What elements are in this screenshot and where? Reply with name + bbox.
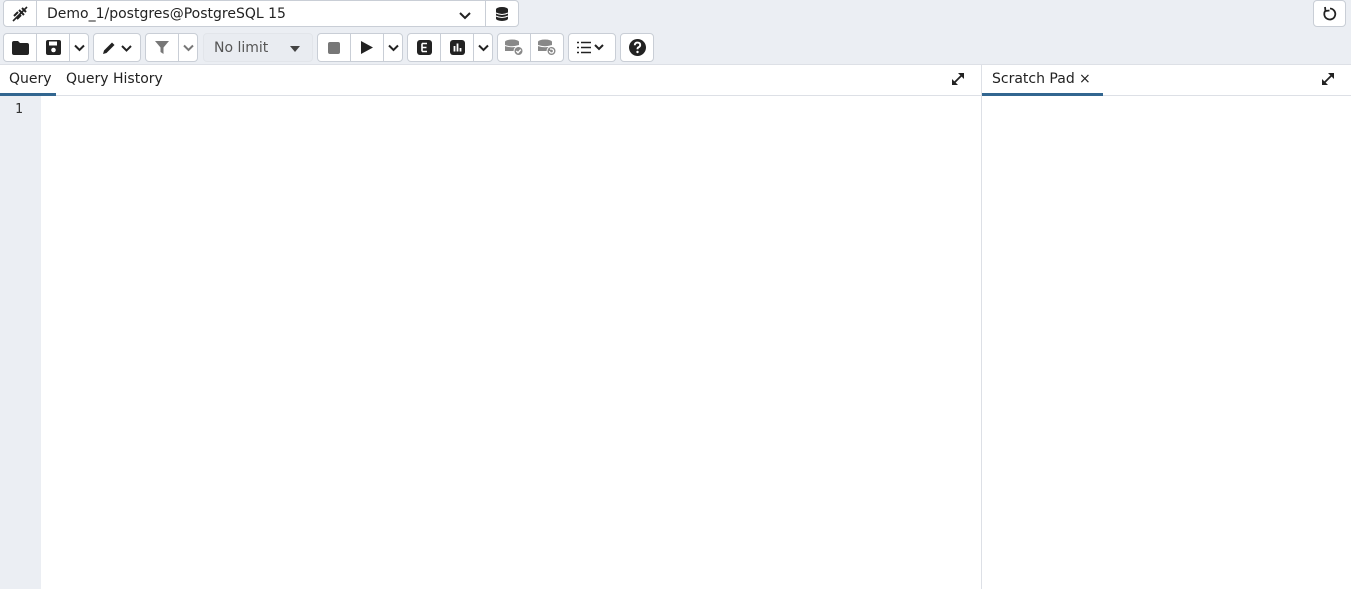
row-limit-value: No limit — [214, 39, 269, 56]
connection-select[interactable]: Demo_1/postgres@PostgreSQL 15 — [36, 0, 486, 27]
tab-scratch-pad-label: Scratch Pad — [992, 71, 1075, 87]
pencil-icon — [101, 41, 133, 55]
commit-button[interactable] — [497, 33, 531, 62]
reset-layout-button[interactable] — [1313, 0, 1346, 27]
commit-icon — [504, 39, 524, 56]
chevron-down-icon — [477, 44, 489, 52]
chevron-down-icon — [182, 44, 194, 52]
connection-status-button[interactable] — [3, 0, 37, 27]
scratch-tab-strip: Scratch Pad × — [982, 65, 1351, 96]
explain-options-dropdown[interactable] — [473, 33, 493, 62]
tab-query-history[interactable]: Query History — [66, 65, 163, 96]
explain-analyze-button[interactable] — [440, 33, 474, 62]
caret-down-icon — [290, 46, 300, 52]
query-tab-strip: Query Query History — [0, 65, 981, 96]
stop-icon — [328, 41, 340, 54]
open-file-button[interactable] — [3, 33, 37, 62]
help-button[interactable] — [620, 33, 654, 62]
macros-dropdown-button[interactable] — [568, 33, 616, 62]
explain-button[interactable] — [407, 33, 441, 62]
cancel-query-button[interactable] — [317, 33, 351, 62]
edit-dropdown-button[interactable] — [93, 33, 141, 62]
expand-icon[interactable] — [1320, 71, 1336, 91]
tab-scratch-pad[interactable]: Scratch Pad × — [982, 65, 1103, 96]
close-icon[interactable]: × — [1079, 65, 1091, 94]
bar-chart-icon — [449, 40, 465, 55]
tab-query[interactable]: Query — [0, 65, 56, 96]
save-icon — [45, 40, 61, 55]
rollback-button[interactable] — [530, 33, 564, 62]
explain-icon — [416, 40, 432, 55]
filter-icon — [155, 40, 169, 55]
chevron-down-icon — [459, 9, 471, 25]
list-icon — [577, 41, 607, 54]
new-connection-button[interactable] — [485, 0, 519, 27]
reset-layout-icon — [1322, 6, 1338, 22]
folder-icon — [11, 40, 29, 55]
scratch-pad-editor[interactable] — [982, 96, 1351, 589]
database-icon — [494, 6, 510, 22]
connection-label: Demo_1/postgres@PostgreSQL 15 — [47, 5, 286, 22]
chevron-down-icon — [387, 44, 399, 52]
line-number-gutter — [0, 96, 41, 589]
execute-options-dropdown[interactable] — [383, 33, 403, 62]
row-limit-select[interactable]: No limit — [203, 33, 313, 62]
expand-icon[interactable] — [950, 71, 966, 91]
tab-query-label: Query — [9, 71, 52, 87]
connection-status-icon — [11, 5, 29, 23]
filter-button[interactable] — [145, 33, 179, 62]
save-options-dropdown[interactable] — [69, 33, 89, 62]
play-icon — [361, 41, 373, 54]
filter-options-dropdown[interactable] — [178, 33, 198, 62]
help-icon — [628, 39, 646, 56]
save-file-button[interactable] — [36, 33, 70, 62]
execute-button[interactable] — [350, 33, 384, 62]
sql-editor[interactable] — [41, 96, 981, 589]
chevron-down-icon — [73, 44, 85, 52]
rollback-icon — [537, 39, 557, 56]
tab-query-history-label: Query History — [66, 71, 163, 87]
line-number: 1 — [15, 102, 23, 117]
